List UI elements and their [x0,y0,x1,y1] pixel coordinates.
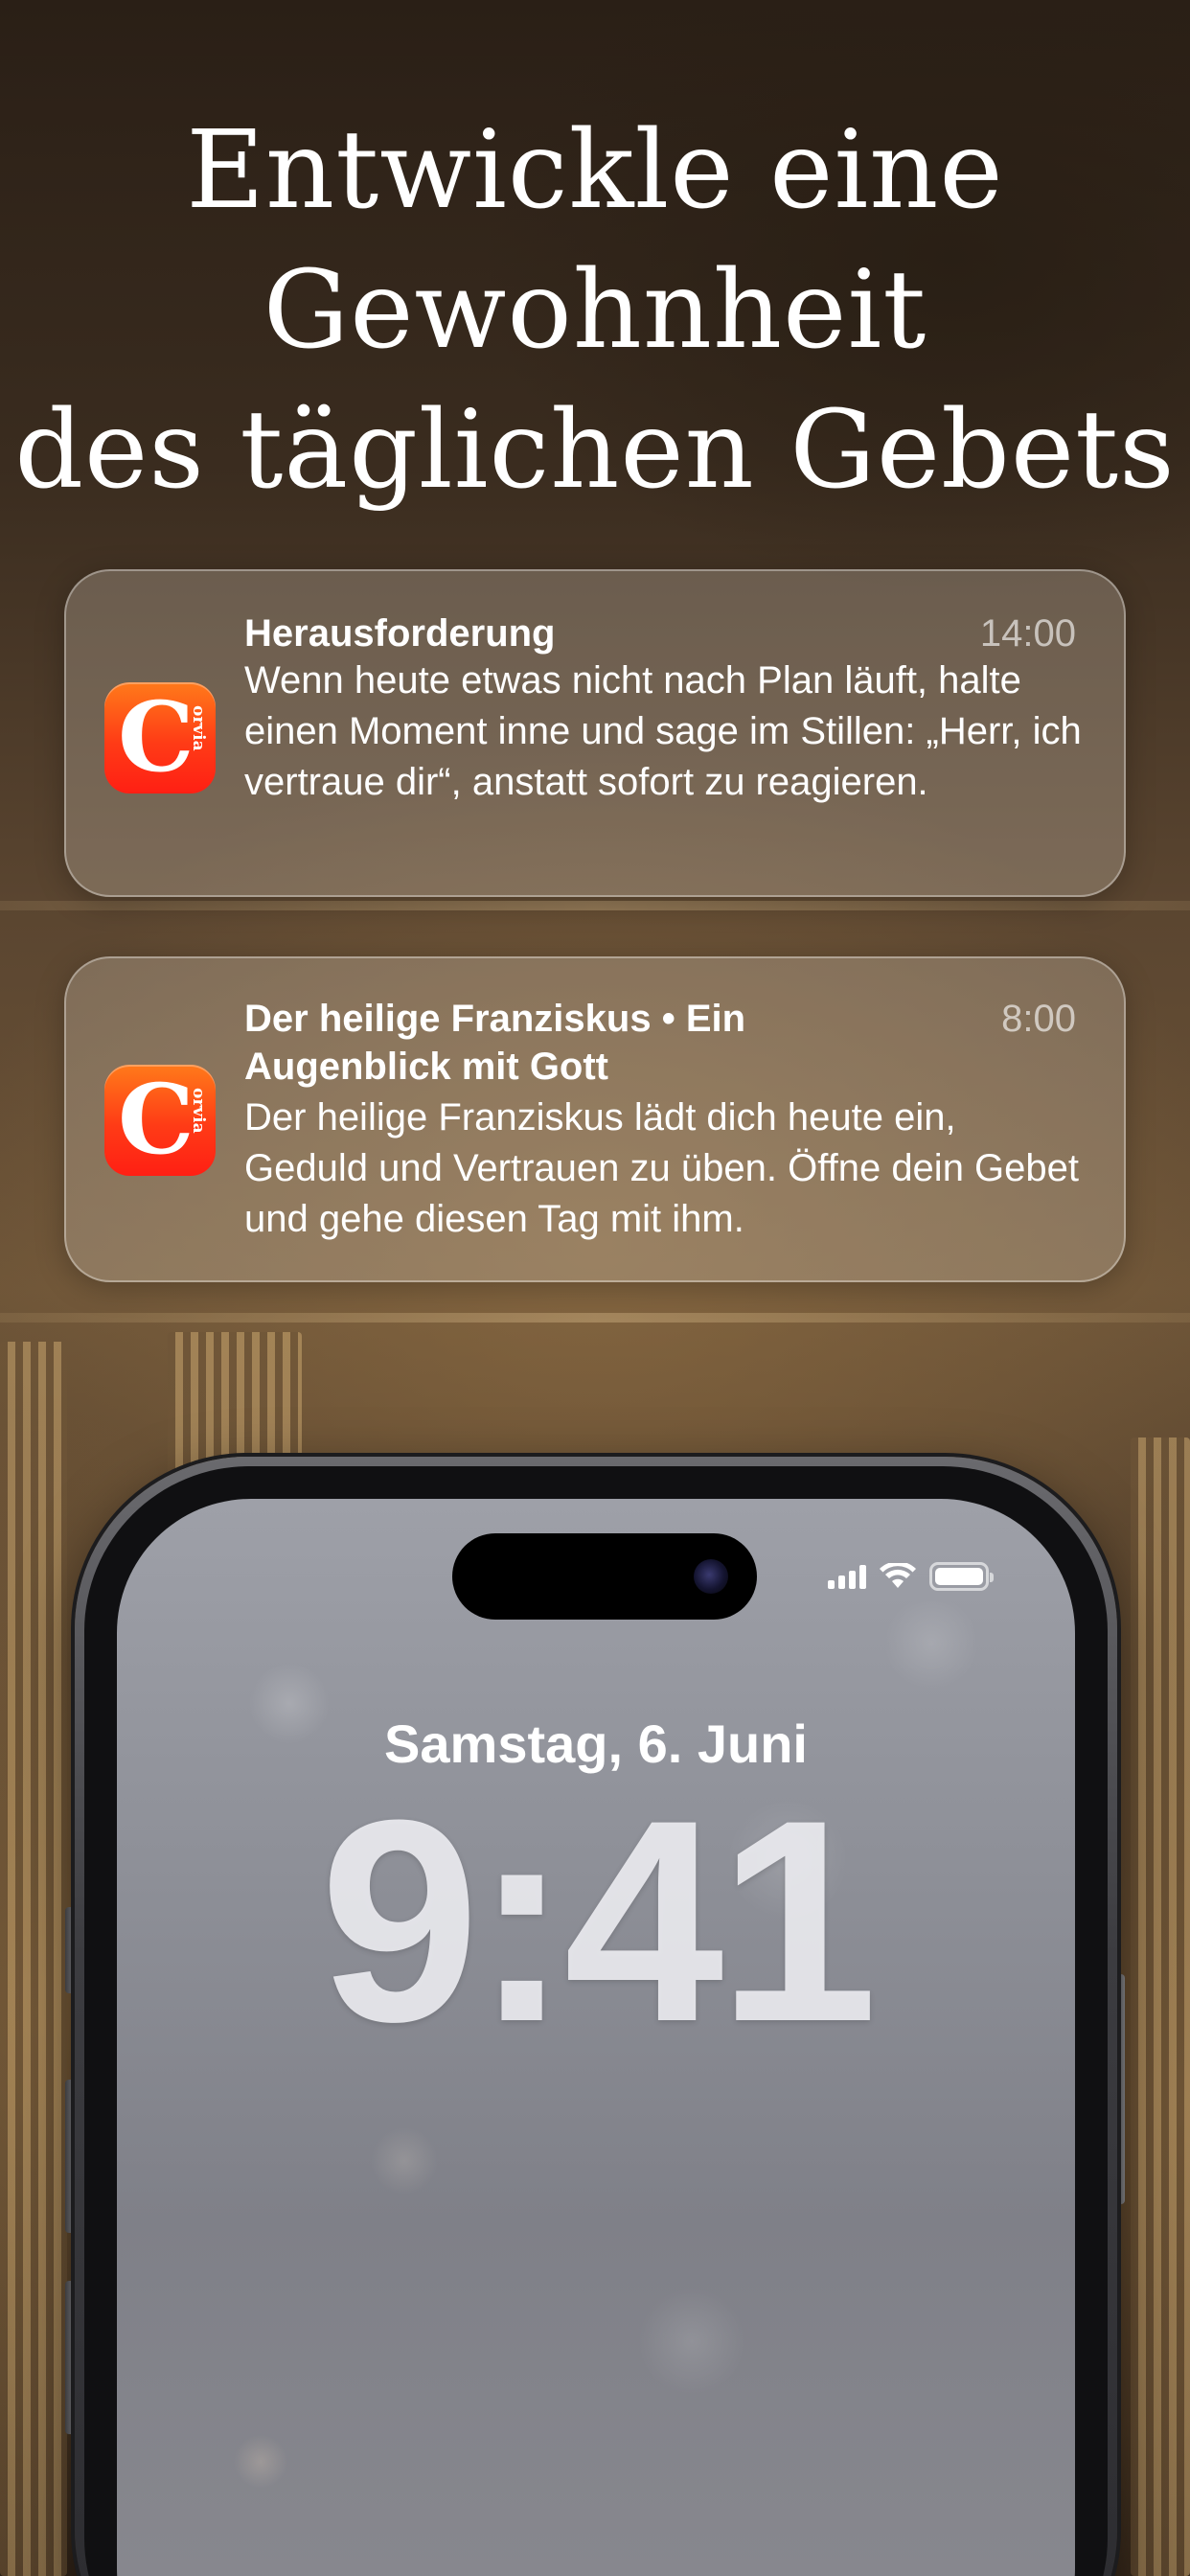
wifi-icon [880,1563,916,1588]
phone-volume-up-button [65,2080,75,2233]
battery-level [935,1568,983,1585]
headline-line-1: Entwickle eine [186,108,1004,233]
lock-screen-time: 9:41 [319,1760,878,2082]
column-decoration-left [0,1342,67,2576]
promo-screen: Entwickle eine Gewohnheit des täglichen … [0,0,1190,2576]
app-icon-letter: C [118,682,195,794]
headline-line-2: Gewohnheit [263,248,927,373]
phone-action-button [65,1907,75,1993]
headline-line-3: des täglichen Gebets [14,388,1176,513]
battery-icon [929,1562,994,1591]
phone-volume-down-button [65,2281,75,2434]
corvia-app-icon: C orvia [104,1065,216,1176]
notification-time: 8:00 [1001,998,1076,1040]
notification-body: Wenn heute etwas nicht nach Plan läuft, … [244,659,1082,803]
dynamic-island [452,1533,757,1620]
notification-time: 14:00 [979,612,1076,655]
lock-screen: Samstag, 6. Juni 9:41 [117,1499,1075,2576]
notification-title: Herausforderung [244,612,556,655]
app-icon-text: orvia [189,705,208,751]
notification-title: Der heilige Franziskus • Ein Augenblick … [244,998,746,1088]
phone-bezel: Samstag, 6. Juni 9:41 [84,1466,1108,2576]
column-decoration-right [1131,1438,1190,2576]
cornice-decoration [0,901,1190,910]
corvia-app-icon: C orvia [104,682,216,794]
cellular-signal-icon [828,1564,866,1589]
headline: Entwickle eine Gewohnheit des täglichen … [0,101,1190,520]
cornice-decoration [0,1313,1190,1322]
notification-card[interactable]: C orvia Der heilige Franziskus • Ein Aug… [64,956,1126,1282]
camera-icon [694,1559,728,1594]
notification-body: Der heilige Franziskus lädt dich heute e… [244,1096,1080,1240]
app-icon-text: orvia [189,1088,208,1134]
phone-mockup: Samstag, 6. Juni 9:41 [75,1457,1117,2576]
notification-card[interactable]: C orvia Herausforderung 14:00 Wenn heute… [64,569,1126,897]
app-icon-letter: C [118,1065,195,1176]
status-bar [828,1562,994,1591]
